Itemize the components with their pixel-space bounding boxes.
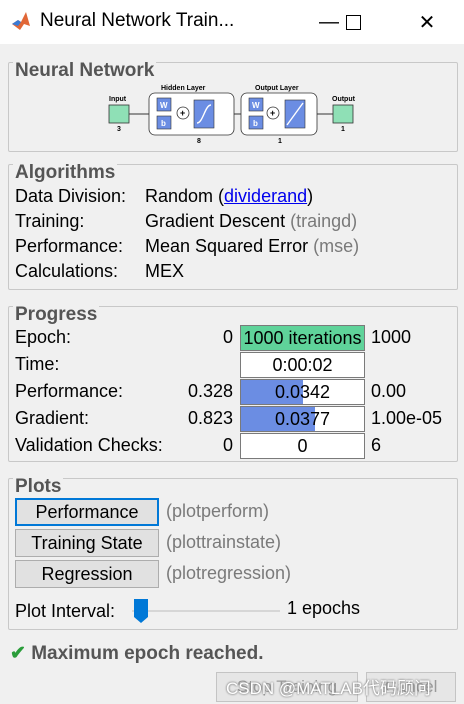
plot-interval-value: 1 epochs <box>287 598 361 618</box>
input-node <box>108 104 130 124</box>
progress-max: 6 <box>371 435 382 455</box>
title-bar: Neural Network Train... — ✕ <box>0 0 464 44</box>
output-node <box>332 104 354 124</box>
progress-min: 0 <box>222 327 233 347</box>
progress-bar: 0.0342 <box>240 379 365 405</box>
progress-max: 1000 <box>371 327 412 347</box>
window-title: Neural Network Train... <box>40 10 235 31</box>
training-state-plot-button[interactable]: Training State <box>15 529 159 557</box>
progress-value: 1000 iterations <box>243 328 362 348</box>
hidden-bias: b <box>161 119 166 128</box>
close-icon: ✕ <box>418 11 436 34</box>
progress-bar: 0.0377 <box>240 406 365 432</box>
hidden-layer-label: Hidden Layer <box>161 85 206 92</box>
slider-thumb[interactable] <box>134 599 148 623</box>
progress-max: 0.00 <box>371 381 407 401</box>
progress-value: 0:00:02 <box>272 355 333 375</box>
output-bias: b <box>253 119 258 128</box>
svg-text:+: + <box>180 108 185 118</box>
progress-bar: 0:00:02 <box>240 352 365 378</box>
network-diagram: Input 3 Hidden Layer W b + 8 Output Laye… <box>108 85 356 145</box>
dividerand-link[interactable]: dividerand <box>224 186 307 206</box>
progress-min: 0.823 <box>187 408 233 428</box>
plot-interval-label: Plot Interval: <box>15 601 116 621</box>
plot-fn-label: (plottrainstate) <box>166 532 282 552</box>
progress-bar: 1000 iterations <box>240 325 365 351</box>
algo-label: Data Division: <box>15 186 127 206</box>
algorithms-panel-title: Algorithms <box>13 162 118 184</box>
progress-bar: 0 <box>240 433 365 459</box>
algo-value: Mean Squared Error (mse) <box>145 236 360 256</box>
performance-plot-button[interactable]: Performance <box>15 498 159 526</box>
progress-label: Time: <box>15 354 60 374</box>
maximize-icon <box>345 14 361 30</box>
algo-value: Gradient Descent (traingd) <box>145 211 358 231</box>
progress-label: Validation Checks: <box>15 435 163 455</box>
algo-label: Performance: <box>15 236 124 256</box>
slider-track <box>132 610 280 612</box>
algo-label: Training: <box>15 211 85 231</box>
plots-panel: Plots Performance (plotperform) Training… <box>8 476 458 630</box>
progress-panel-title: Progress <box>13 304 100 326</box>
progress-label: Performance: <box>15 381 124 401</box>
maximize-button[interactable] <box>330 0 376 44</box>
output-weight: W <box>252 101 260 110</box>
output-layer-label: Output Layer <box>255 85 299 92</box>
network-panel: Neural Network Input 3 Hidden Layer W b … <box>8 60 458 152</box>
output-label: Output <box>332 96 356 103</box>
plots-panel-title: Plots <box>13 476 64 498</box>
plot-fn-label: (plotperform) <box>166 501 270 521</box>
algo-value: MEX <box>145 261 185 281</box>
algo-label: Calculations: <box>15 261 119 281</box>
plot-interval-slider[interactable] <box>132 597 280 625</box>
progress-label: Gradient: <box>15 408 90 428</box>
input-label: Input <box>109 96 127 103</box>
matlab-logo-icon <box>12 12 30 30</box>
progress-max: 1.00e-05 <box>371 408 443 428</box>
output-layer-size: 1 <box>278 138 282 145</box>
progress-label: Epoch: <box>15 327 72 347</box>
progress-panel: Progress Epoch: 0 1000 iterations 1000 Time:… <box>8 304 458 462</box>
close-button[interactable]: ✕ <box>404 0 450 44</box>
progress-value: 0.0377 <box>274 409 331 429</box>
watermark: CSDN @MATLAB代码顾问 <box>226 679 431 698</box>
plot-fn-label: (plotregression) <box>166 563 292 583</box>
progress-min: 0.328 <box>187 381 233 401</box>
hidden-weight: W <box>160 101 168 110</box>
checkmark-icon: ✔ <box>10 643 26 664</box>
status-message: ✔ Maximum epoch reached. <box>10 643 264 664</box>
algo-value: Random (dividerand) <box>145 186 314 206</box>
regression-plot-button[interactable]: Regression <box>15 560 159 588</box>
output-size: 1 <box>341 126 345 133</box>
input-size: 3 <box>117 126 121 133</box>
svg-text:+: + <box>270 108 275 118</box>
hidden-size: 8 <box>197 138 201 145</box>
progress-min: 0 <box>222 435 233 455</box>
progress-value: 0.0342 <box>274 382 331 402</box>
progress-value: 0 <box>297 436 308 456</box>
algorithms-panel: Algorithms Data Division: Random (divide… <box>8 162 458 290</box>
